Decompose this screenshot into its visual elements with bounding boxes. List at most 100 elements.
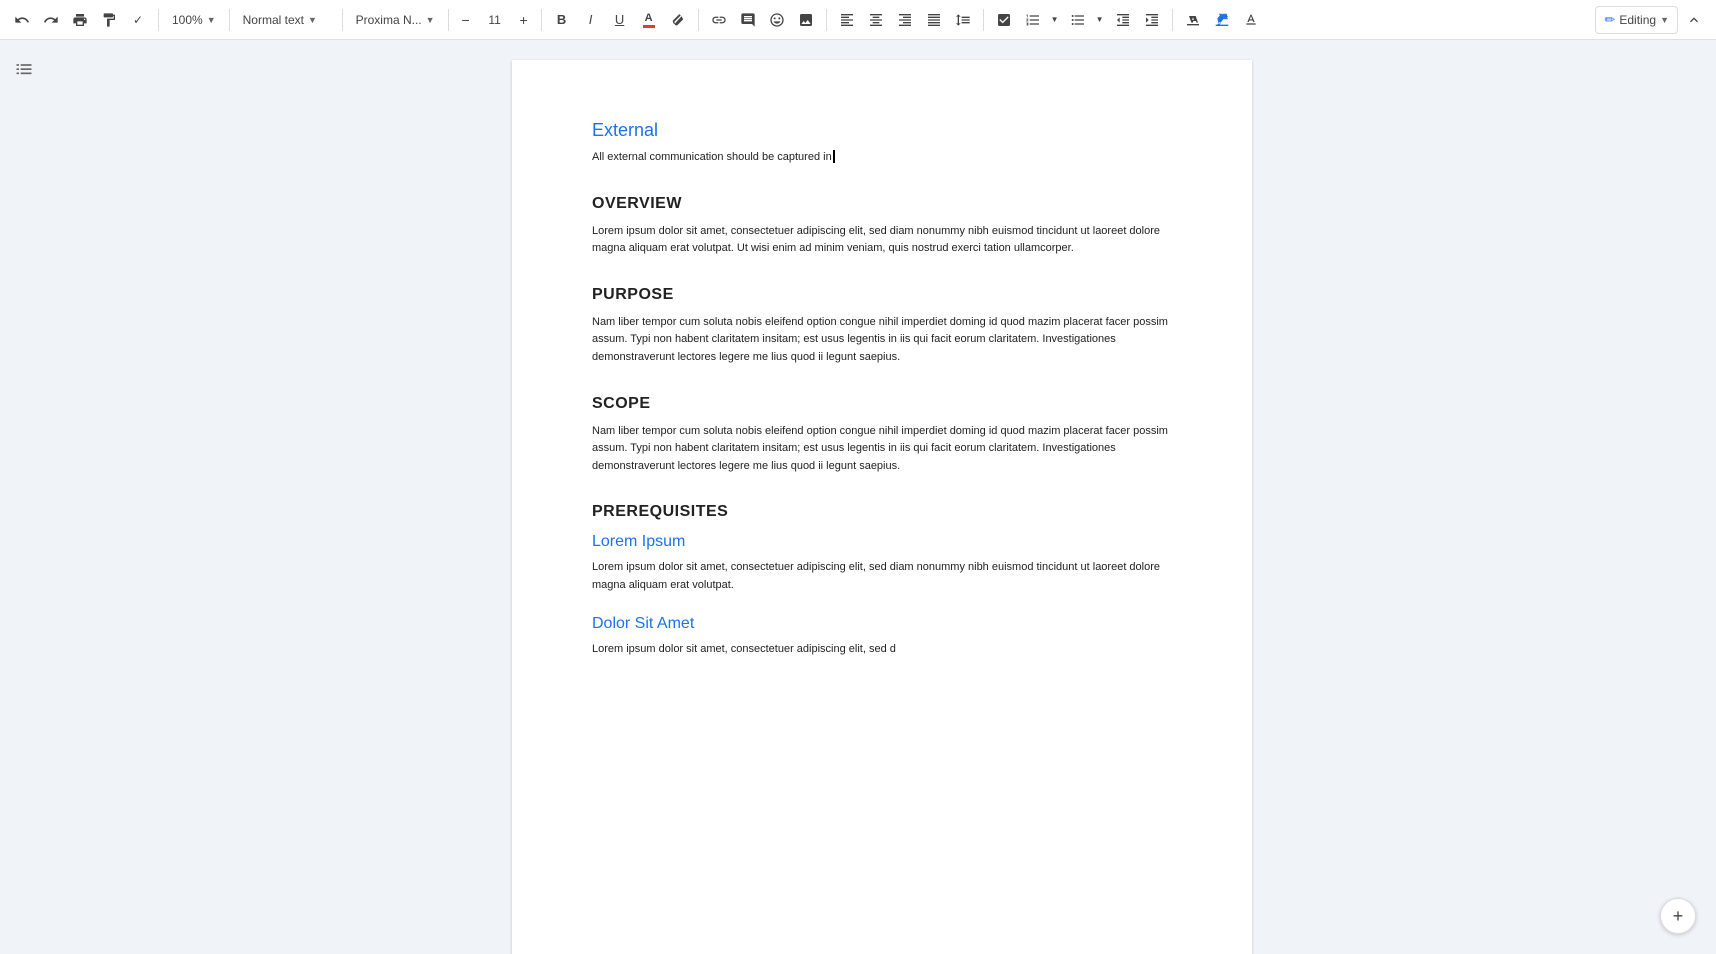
align-right-button[interactable] <box>891 6 919 34</box>
text-highlight-mode-button[interactable] <box>1208 6 1236 34</box>
sep3 <box>342 9 343 31</box>
collapse-icon <box>1686 12 1702 28</box>
sep7 <box>826 9 827 31</box>
format-group: B I U A <box>548 6 692 34</box>
align-center-icon <box>868 12 884 28</box>
history-group: ✓ <box>8 6 152 34</box>
sep4 <box>448 9 449 31</box>
align-justify-button[interactable] <box>920 6 948 34</box>
insert-image-button[interactable] <box>792 6 820 34</box>
section-scope: SCOPE Nam liber tempor cum soluta nobis … <box>592 395 1172 476</box>
numbered-list-icon <box>1025 12 1041 28</box>
clear-format-icon <box>1185 12 1201 28</box>
highlight-icon <box>670 12 686 28</box>
align-right-icon <box>897 12 913 28</box>
insert-emoji-button[interactable] <box>763 6 791 34</box>
editing-mode-dropdown[interactable]: ✏ Editing ▼ <box>1595 6 1678 34</box>
insert-link-button[interactable] <box>705 6 733 34</box>
zoom-value: 100% <box>172 13 203 27</box>
redo-button[interactable] <box>37 6 65 34</box>
body-overview: Lorem ipsum dolor sit amet, consectetuer… <box>592 223 1172 258</box>
emoji-icon <box>769 12 785 28</box>
collapse-toolbar-button[interactable] <box>1680 6 1708 34</box>
section-overview: OVERVIEW Lorem ipsum dolor sit amet, con… <box>592 195 1172 258</box>
line-spacing-button[interactable] <box>949 6 977 34</box>
document-page: External All external communication shou… <box>512 60 1252 954</box>
text-style-dropdown[interactable]: Normal text ▼ <box>236 6 336 34</box>
link-icon <box>711 12 727 28</box>
underline-button[interactable]: U <box>606 6 634 34</box>
decrease-indent-icon <box>1115 12 1131 28</box>
text-color-button[interactable]: A <box>635 6 663 34</box>
heading-prerequisites: PREREQUISITES <box>592 503 1172 521</box>
sep1 <box>158 9 159 31</box>
font-size-decrease-button[interactable]: − <box>455 6 477 34</box>
clear-format-button[interactable] <box>1179 6 1207 34</box>
text-mode-button[interactable] <box>1237 6 1265 34</box>
decrease-indent-button[interactable] <box>1109 6 1137 34</box>
fab-button[interactable]: + <box>1660 898 1696 934</box>
zoom-chevron-icon: ▼ <box>207 15 216 25</box>
document-area[interactable]: External All external communication shou… <box>48 40 1716 954</box>
body-lorem-ipsum: Lorem ipsum dolor sit amet, consectetuer… <box>592 559 1172 594</box>
italic-button[interactable]: I <box>577 6 605 34</box>
sidebar <box>0 40 48 954</box>
bold-button[interactable]: B <box>548 6 576 34</box>
bullet-list-icon <box>1070 12 1086 28</box>
numbered-list-group: ▼ <box>1019 6 1063 34</box>
font-size-group: − + <box>455 6 535 34</box>
increase-indent-button[interactable] <box>1138 6 1166 34</box>
font-family-chevron-icon: ▼ <box>426 15 435 25</box>
font-family-value: Proxima N... <box>356 13 422 27</box>
sep2 <box>229 9 230 31</box>
checklist-button[interactable] <box>990 6 1018 34</box>
paint-format-button[interactable] <box>95 6 123 34</box>
print-button[interactable] <box>66 6 94 34</box>
extra-format-group <box>1179 6 1265 34</box>
fab-icon: + <box>1673 906 1684 927</box>
font-size-input[interactable] <box>479 13 511 27</box>
editing-pencil-icon: ✏ <box>1604 12 1615 28</box>
print-icon <box>72 12 88 28</box>
text-highlight-mode-icon <box>1214 12 1230 28</box>
outline-toggle-button[interactable] <box>10 56 38 84</box>
zoom-dropdown[interactable]: 100% ▼ <box>165 6 223 34</box>
heading-dolor-sit-amet: Dolor Sit Amet <box>592 615 1172 633</box>
sep5 <box>541 9 542 31</box>
bullet-list-group: ▼ <box>1064 6 1108 34</box>
font-family-dropdown[interactable]: Proxima N... ▼ <box>349 6 442 34</box>
heading-scope: SCOPE <box>592 395 1172 413</box>
align-center-button[interactable] <box>862 6 890 34</box>
text-cursor <box>833 150 835 163</box>
main-area: External All external communication shou… <box>0 40 1716 954</box>
body-dolor-sit-amet: Lorem ipsum dolor sit amet, consectetuer… <box>592 641 1172 659</box>
insert-comment-button[interactable] <box>734 6 762 34</box>
subsection-dolor-sit-amet: Dolor Sit Amet Lorem ipsum dolor sit ame… <box>592 615 1172 659</box>
undo-button[interactable] <box>8 6 36 34</box>
sep6 <box>698 9 699 31</box>
body-external: All external communication should be cap… <box>592 149 1172 167</box>
align-left-icon <box>839 12 855 28</box>
font-size-increase-button[interactable]: + <box>513 6 535 34</box>
editing-mode-chevron-icon: ▼ <box>1660 15 1669 25</box>
outline-icon <box>14 60 34 80</box>
toolbar: ✓ 100% ▼ Normal text ▼ Proxima N... ▼ − … <box>0 0 1716 40</box>
heading-lorem-ipsum: Lorem Ipsum <box>592 533 1172 551</box>
numbered-list-dropdown[interactable]: ▼ <box>1047 6 1063 34</box>
redo-icon <box>43 12 59 28</box>
line-spacing-icon <box>955 12 971 28</box>
increase-indent-icon <box>1144 12 1160 28</box>
numbered-list-button[interactable] <box>1019 6 1047 34</box>
text-style-value: Normal text <box>243 13 304 27</box>
highlight-button[interactable] <box>664 6 692 34</box>
bullet-list-button[interactable] <box>1064 6 1092 34</box>
heading-external: External <box>592 120 1172 141</box>
checklist-icon <box>996 12 1012 28</box>
align-left-button[interactable] <box>833 6 861 34</box>
insert-group <box>705 6 820 34</box>
list-group: ▼ ▼ <box>990 6 1166 34</box>
undo-icon <box>14 12 30 28</box>
section-purpose: PURPOSE Nam liber tempor cum soluta nobi… <box>592 286 1172 367</box>
bullet-list-dropdown[interactable]: ▼ <box>1092 6 1108 34</box>
spell-check-button[interactable]: ✓ <box>124 6 152 34</box>
